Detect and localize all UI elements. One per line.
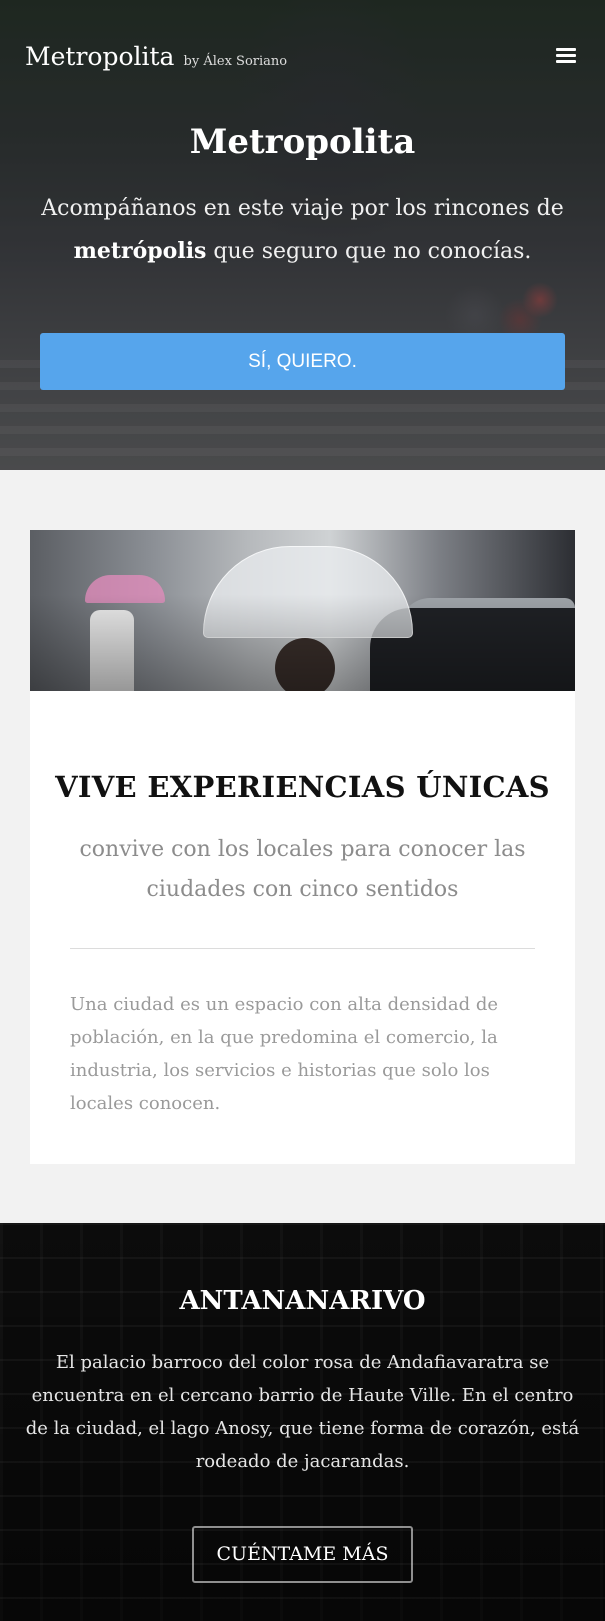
- brand[interactable]: Metropolita by Álex Soriano: [25, 42, 287, 71]
- hero-subtitle-bold: metrópolis: [73, 238, 207, 264]
- image-shade: [30, 530, 575, 691]
- feature-body: Una ciudad es un espacio con alta densid…: [70, 994, 499, 1114]
- hero-subtitle-part2: que seguro que no conocías.: [206, 239, 532, 264]
- feature-title: VIVE EXPERIENCIAS ÚNICAS: [55, 770, 550, 804]
- city-description: El palacio barroco del color rosa de And…: [25, 1352, 580, 1472]
- rainy-street-image: [30, 530, 575, 691]
- hero-subtitle-part1: Acompáñanos en este viaje por los rincon…: [41, 196, 564, 221]
- brand-byline: by Álex Soriano: [183, 54, 288, 69]
- city-section: ANTANANARIVO El palacio barroco del colo…: [0, 1223, 605, 1621]
- hero-title: Metropolita: [189, 122, 416, 162]
- yes-i-want-button[interactable]: SÍ, QUIERO.: [40, 333, 565, 390]
- hamburger-menu-icon[interactable]: [556, 48, 576, 64]
- city-title: ANTANANARIVO: [179, 1286, 426, 1316]
- feature-card: VIVE EXPERIENCIAS ÚNICAS convive con los…: [30, 530, 575, 1164]
- tell-me-more-button[interactable]: CUÉNTAME MÁS: [192, 1526, 413, 1583]
- hero-section: Metropolita by Álex Soriano Metropolita …: [0, 0, 605, 470]
- hero-subtitle: Acompáñanos en este viaje por los rincon…: [30, 188, 575, 273]
- brand-name: Metropolita: [25, 42, 175, 71]
- feature-subtitle: convive con los locales para conocer las…: [79, 837, 526, 902]
- divider: [70, 948, 535, 949]
